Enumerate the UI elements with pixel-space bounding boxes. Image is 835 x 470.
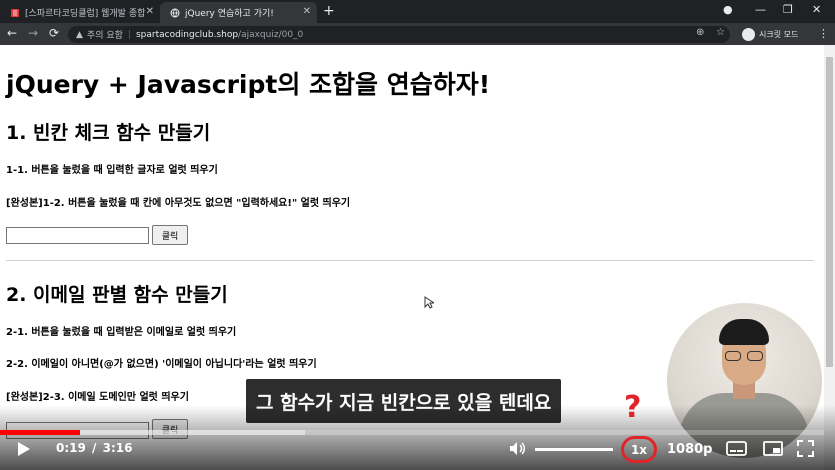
- glasses-right: [747, 351, 763, 361]
- close-window-button[interactable]: ✕: [812, 3, 821, 16]
- section1-text-input[interactable]: [6, 227, 149, 244]
- globe-favicon-icon: [170, 8, 180, 17]
- mouse-pointer-icon: [424, 296, 434, 309]
- section2-task3: [완성본]2-3. 이메일 도메인만 얼럿 띄우기: [6, 392, 189, 403]
- tab-close-icon[interactable]: ✕: [303, 6, 311, 17]
- tab-jquery-practice[interactable]: jQuery 연습하고 가기! ✕: [160, 2, 317, 23]
- section2-task1: 2-1. 버튼을 눌렀을 때 입력받은 이메일로 얼럿 띄우기: [6, 327, 237, 338]
- address-separator: |: [127, 29, 131, 40]
- reload-icon[interactable]: ⟳: [49, 26, 59, 40]
- incognito-indicator[interactable]: 시크릿 모드: [742, 26, 798, 42]
- scrollbar-thumb[interactable]: [826, 57, 833, 367]
- play-icon[interactable]: [17, 441, 31, 457]
- insecure-label: 주의 요함: [86, 31, 123, 41]
- presenter-hair: [719, 319, 769, 345]
- seek-bar[interactable]: [0, 430, 824, 435]
- new-tab-button[interactable]: +: [323, 3, 335, 19]
- restore-button[interactable]: ❐: [783, 3, 793, 16]
- zoom-icon[interactable]: ⊕: [696, 27, 704, 38]
- tab-sparta-coding[interactable]: [스파르타코딩클럽] 웹개발 종합 ✕: [0, 2, 160, 23]
- fullscreen-icon[interactable]: [797, 440, 814, 457]
- warning-icon: ▲: [76, 29, 83, 40]
- playback-speed-button[interactable]: 1x: [621, 436, 657, 463]
- browser-toolbar: ← → ⟳ ▲ 주의 요함 | spartacodingclub.shop /a…: [0, 23, 835, 45]
- media-record-icon[interactable]: ●: [723, 3, 733, 16]
- forward-arrow-icon[interactable]: →: [28, 26, 38, 40]
- menu-kebab-icon[interactable]: ⋮: [818, 27, 829, 40]
- controls-gradient: [0, 405, 835, 470]
- volume-icon[interactable]: [509, 441, 526, 456]
- current-time: 0:19: [56, 441, 86, 455]
- incognito-icon: [742, 27, 755, 41]
- section1-task1: 1-1. 버튼을 눌렀을 때 입력한 글자로 얼럿 띄우기: [6, 165, 218, 176]
- screen: [스파르타코딩클럽] 웹개발 종합 ✕ jQuery 연습하고 가기! ✕ + …: [0, 0, 835, 470]
- page-title: jQuery + Javascript의 조합을 연습하자!: [6, 70, 491, 99]
- tab-label: [스파르타코딩클럽] 웹개발 종합: [25, 9, 146, 19]
- minimize-button[interactable]: —: [755, 3, 766, 16]
- section1-click-button[interactable]: 클릭: [152, 225, 188, 245]
- volume-slider[interactable]: [535, 448, 613, 451]
- annotation-question-mark: ?: [624, 390, 642, 425]
- section1-task2: [완성본]1-2. 버튼을 눌렀을 때 칸에 아무것도 없으면 "입력하세요!"…: [6, 198, 351, 209]
- address-bar[interactable]: ▲ 주의 요함 | spartacodingclub.shop /ajaxqui…: [68, 26, 730, 43]
- section2-heading: 2. 이메일 판별 함수 만들기: [6, 284, 228, 306]
- glasses-left: [725, 351, 741, 361]
- tab-strip: [스파르타코딩클럽] 웹개발 종합 ✕ jQuery 연습하고 가기! ✕ + …: [0, 0, 835, 23]
- bookmark-star-icon[interactable]: ☆: [716, 27, 725, 38]
- played-bar: [0, 430, 80, 435]
- section2-task2: 2-2. 이메일이 아니면(@가 없으면) '이메일이 아닙니다'라는 얼럿 띄…: [6, 359, 317, 370]
- section1-heading: 1. 빈칸 체크 함수 만들기: [6, 122, 211, 144]
- subtitles-icon[interactable]: [726, 441, 747, 456]
- time-separator: /: [92, 441, 97, 455]
- address-path: /ajaxquiz/00_0: [238, 29, 304, 40]
- quality-button[interactable]: 1080p: [667, 442, 713, 457]
- back-arrow-icon[interactable]: ←: [7, 26, 17, 40]
- incognito-label: 시크릿 모드: [759, 29, 799, 39]
- section-divider: [6, 260, 814, 261]
- address-domain: spartacodingclub.shop: [135, 29, 239, 40]
- duration: 3:16: [102, 441, 133, 455]
- time-display: 0:19 / 3:16: [56, 441, 132, 455]
- tab-label: jQuery 연습하고 가기!: [185, 9, 274, 19]
- book-favicon-icon: [11, 8, 19, 17]
- miniplayer-icon[interactable]: [763, 441, 783, 456]
- tab-close-icon[interactable]: ✕: [146, 6, 154, 17]
